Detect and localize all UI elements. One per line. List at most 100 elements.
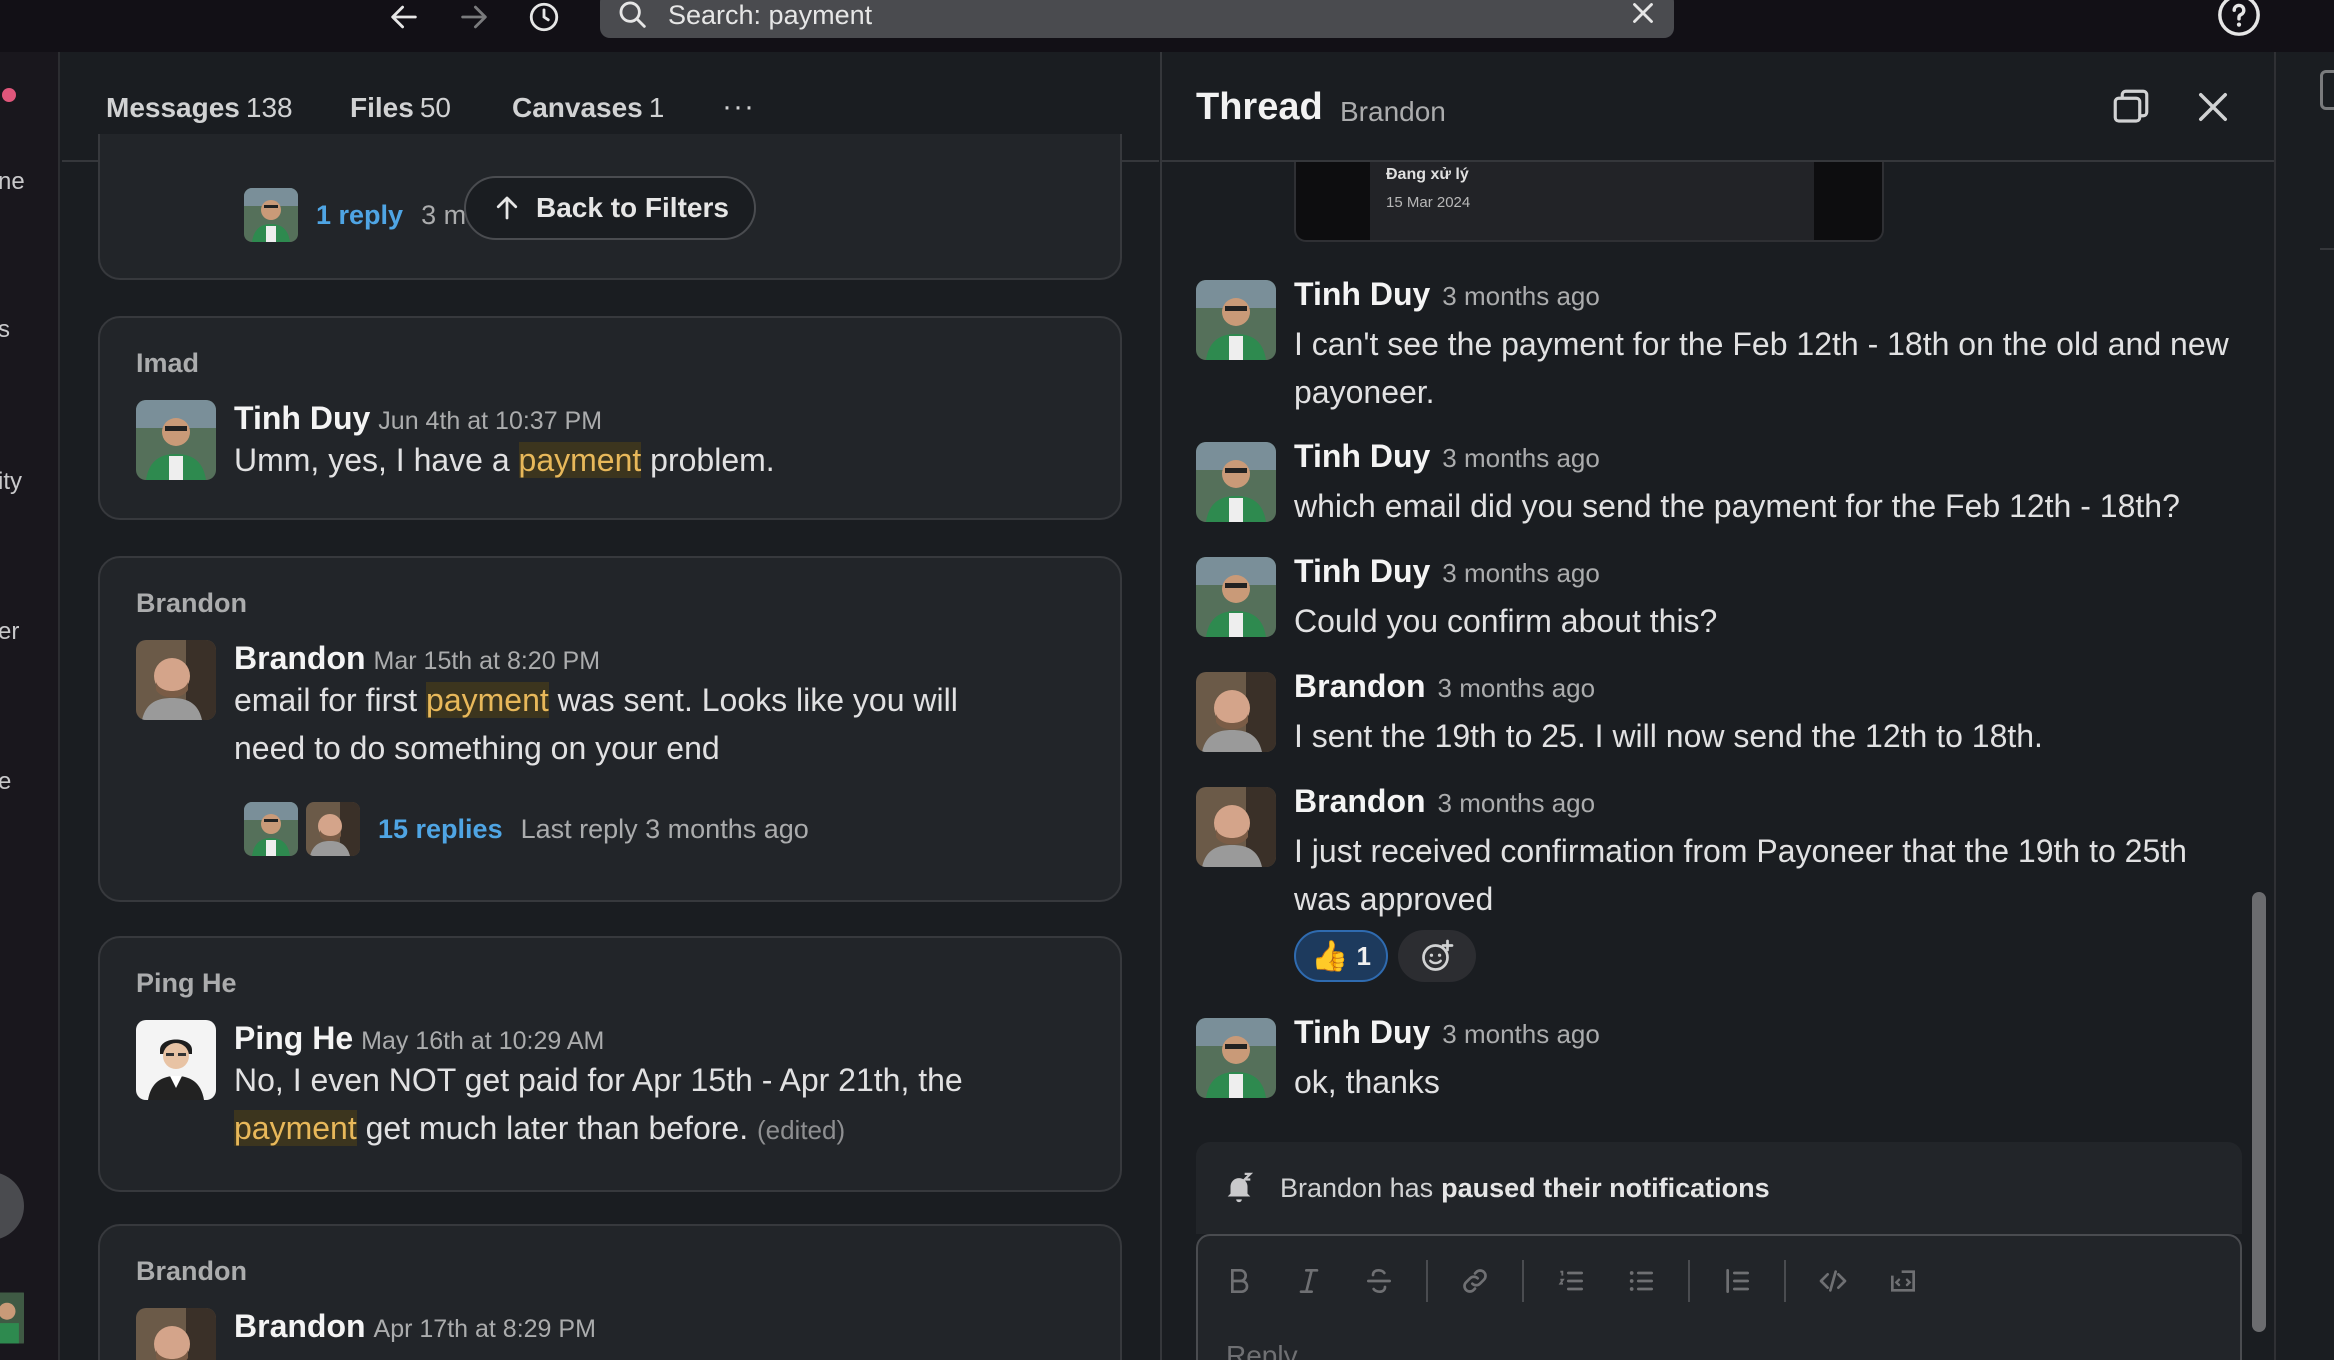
timestamp[interactable]: 3 months ago: [1438, 788, 1596, 818]
search-result-card[interactable]: Brandon Brandon Apr 17th at 8:29 PM: [98, 1224, 1122, 1360]
code-icon[interactable]: [1810, 1258, 1856, 1304]
arrow-up-icon: [496, 196, 518, 220]
back-arrow-icon[interactable]: [378, 0, 430, 34]
avatar: [306, 802, 360, 856]
avatar[interactable]: [136, 1308, 216, 1360]
author-name[interactable]: Tinh Duy: [1294, 276, 1430, 312]
toolbar-divider: [1522, 1260, 1524, 1302]
reaction-thumbs-up[interactable]: 👍 1: [1294, 930, 1388, 982]
channel-name: Brandon: [136, 1256, 247, 1286]
timestamp[interactable]: Mar 15th at 8:20 PM: [374, 647, 601, 675]
clear-search-icon[interactable]: [1626, 0, 1660, 30]
italic-icon[interactable]: [1286, 1258, 1332, 1304]
author-name[interactable]: Brandon: [1294, 783, 1426, 819]
search-result-card[interactable]: Brandon Brandon Mar 15th at 8:20 PM email…: [98, 556, 1122, 902]
avatar[interactable]: [1196, 1018, 1276, 1098]
author-name[interactable]: Brandon: [234, 640, 366, 676]
formatting-toolbar: [1216, 1258, 1950, 1304]
avatar[interactable]: [1196, 442, 1276, 522]
message-header: Tinh Duy 3 months ago: [1294, 276, 1600, 313]
back-to-filters-button[interactable]: Back to Filters: [464, 176, 756, 240]
message-text: Umm, yes, I have a payment problem.: [234, 436, 1034, 484]
author-name[interactable]: Brandon: [1294, 668, 1426, 704]
link-icon[interactable]: [1452, 1258, 1498, 1304]
author-name[interactable]: Tinh Duy: [234, 400, 370, 436]
add-button[interactable]: [0, 1172, 24, 1240]
close-icon[interactable]: [2192, 86, 2234, 128]
tab-messages[interactable]: Messages 138: [106, 92, 293, 124]
author-name[interactable]: Tinh Duy: [1294, 553, 1430, 589]
text-segment: No, I even NOT get paid for Apr 15th - A…: [234, 1062, 963, 1098]
forward-arrow-icon[interactable]: [448, 0, 500, 34]
author-name[interactable]: Ping He: [234, 1020, 353, 1056]
avatar[interactable]: [136, 640, 216, 720]
bold-icon[interactable]: [1216, 1258, 1262, 1304]
thread-replies[interactable]: 15 replies Last reply 3 months ago: [244, 802, 809, 856]
search-result-card[interactable]: Ping He Ping He May 16th at 10:29 AM No, …: [98, 936, 1122, 1192]
timestamp[interactable]: 3 months ago: [1438, 673, 1596, 703]
sidebar-item-fragment[interactable]: er: [0, 618, 19, 646]
help-icon[interactable]: [2216, 0, 2262, 38]
more-tabs-button[interactable]: ···: [722, 90, 755, 124]
sidebar-item-fragment[interactable]: s: [0, 316, 10, 344]
reply-input[interactable]: Reply...: [1226, 1340, 1319, 1360]
search-result-card[interactable]: Imad Tinh Duy Jun 4th at 10:37 PM Umm, ye…: [98, 316, 1122, 520]
reply-composer[interactable]: Reply...: [1196, 1234, 2242, 1360]
message-header: Brandon Apr 17th at 8:29 PM: [234, 1308, 596, 1345]
panel-icon[interactable]: [2320, 70, 2334, 110]
text-segment: Umm, yes, I have a: [234, 442, 519, 478]
image-attachment-preview[interactable]: Đang xử lý 15 Mar 2024: [1294, 162, 1884, 242]
history-clock-icon[interactable]: [518, 0, 570, 34]
replies-link[interactable]: 15 replies: [378, 814, 503, 845]
thread-scrollbar[interactable]: [2252, 892, 2266, 1332]
avatar[interactable]: [1196, 280, 1276, 360]
timestamp[interactable]: May 16th at 10:29 AM: [361, 1027, 604, 1055]
sidebar-item-fragment[interactable]: ne: [0, 168, 25, 196]
strikethrough-icon[interactable]: [1356, 1258, 1402, 1304]
tab-count: 1: [648, 92, 665, 123]
message-header: Brandon Mar 15th at 8:20 PM: [234, 640, 600, 677]
image-content: Đang xử lý 15 Mar 2024: [1370, 162, 1814, 240]
tab-files[interactable]: Files 50: [350, 92, 451, 124]
timestamp[interactable]: 3 months ago: [1442, 1019, 1600, 1049]
tab-canvases[interactable]: Canvases 1: [512, 92, 664, 124]
sidebar: ne s ity er e: [0, 52, 60, 1360]
divider: [2320, 248, 2334, 250]
timestamp[interactable]: 3 months ago: [1442, 281, 1600, 311]
message-header: Brandon 3 months ago: [1294, 668, 1595, 705]
reply-meta: 3 m: [421, 199, 467, 230]
sidebar-item-fragment[interactable]: e: [0, 768, 11, 796]
code-block-icon[interactable]: [1880, 1258, 1926, 1304]
avatar[interactable]: [1196, 672, 1276, 752]
author-name[interactable]: Tinh Duy: [1294, 438, 1430, 474]
message-text: I sent the 19th to 25. I will now send t…: [1294, 718, 2043, 754]
author-name[interactable]: Brandon: [234, 1308, 366, 1344]
author-name[interactable]: Tinh Duy: [1294, 1014, 1430, 1050]
timestamp[interactable]: Apr 17th at 8:29 PM: [374, 1315, 596, 1343]
avatar[interactable]: [1196, 557, 1276, 637]
timestamp[interactable]: Jun 4th at 10:37 PM: [378, 407, 602, 435]
paused-text: Brandon has: [1280, 1172, 1434, 1203]
thread-panel: Thread Brandon Đang xử lý 15 Mar 2024 Ti…: [1160, 52, 2274, 1360]
timestamp[interactable]: 3 months ago: [1442, 558, 1600, 588]
avatar[interactable]: [136, 1020, 216, 1100]
thread-replies: 1 reply 3 m: [244, 188, 466, 242]
sidebar-item-fragment[interactable]: ity: [0, 468, 22, 496]
replies-link[interactable]: 1 reply: [316, 200, 403, 231]
paused-text-bold: paused their notifications: [1441, 1172, 1770, 1203]
blockquote-icon[interactable]: [1714, 1258, 1760, 1304]
search-input[interactable]: Search: payment: [600, 0, 1674, 38]
channel-name: Brandon: [136, 588, 247, 618]
avatar: [244, 802, 298, 856]
timestamp[interactable]: 3 months ago: [1442, 443, 1600, 473]
numbered-list-icon[interactable]: [1548, 1258, 1594, 1304]
thread-channel[interactable]: Brandon: [1340, 96, 1446, 128]
thread-title: Thread: [1196, 86, 1323, 128]
avatar[interactable]: [136, 400, 216, 480]
open-in-new-window-icon[interactable]: [2110, 86, 2152, 128]
tab-count: 138: [245, 92, 293, 123]
bulleted-list-icon[interactable]: [1618, 1258, 1664, 1304]
avatar[interactable]: [0, 1288, 24, 1348]
avatar[interactable]: [1196, 787, 1276, 867]
add-reaction-button[interactable]: [1398, 930, 1476, 982]
